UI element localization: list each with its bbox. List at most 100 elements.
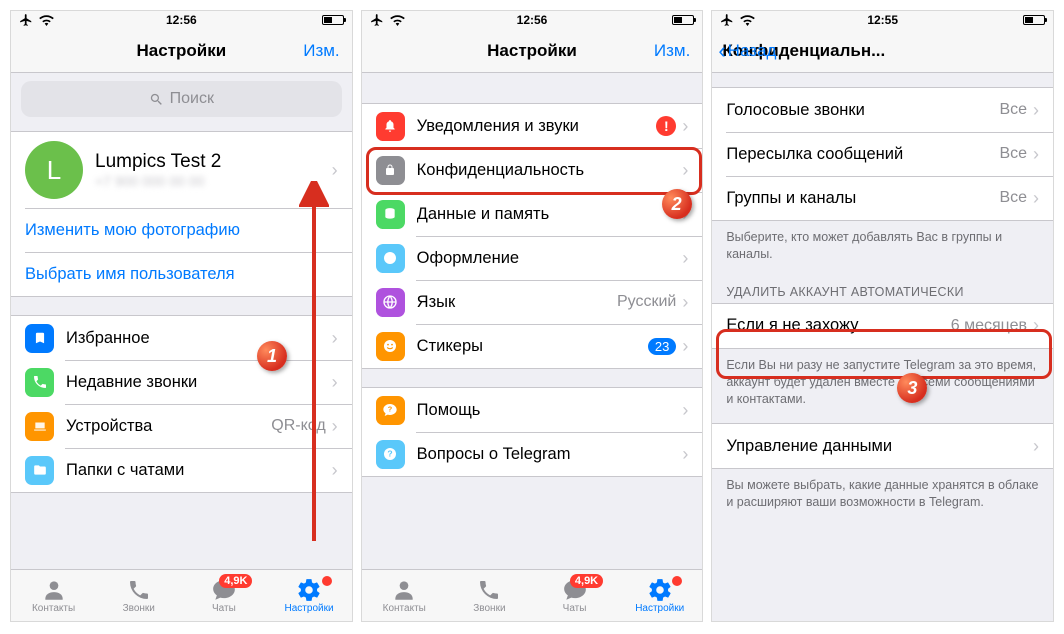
database-icon <box>376 200 405 229</box>
profile-row[interactable]: L Lumpics Test 2 +7 900 000 00 00 › <box>11 132 352 208</box>
choose-username-link[interactable]: Выбрать имя пользователя <box>11 252 352 296</box>
groups-row[interactable]: Группы и каналы Все › <box>712 176 1053 220</box>
language-row[interactable]: Язык Русский › <box>362 280 703 324</box>
chevron-right-icon: › <box>1033 436 1039 457</box>
recent-calls-row[interactable]: Недавние звонки › <box>11 360 352 404</box>
data-management-row[interactable]: Управление данными › <box>712 424 1053 468</box>
status-bar: 12:56 <box>362 11 703 29</box>
chevron-right-icon: › <box>682 400 688 421</box>
forwarding-row[interactable]: Пересылка сообщений Все › <box>712 132 1053 176</box>
tab-chats[interactable]: 4,9K Чаты <box>532 577 617 614</box>
screen-3: 12:55 ‹ Назад Конфиденциальн... Голосовы… <box>711 10 1054 622</box>
navbar: Настройки Изм. <box>11 29 352 73</box>
status-bar: 12:56 <box>11 11 352 29</box>
profile-name: Lumpics Test 2 <box>95 151 332 173</box>
folder-icon <box>25 456 54 485</box>
status-time: 12:56 <box>166 13 197 27</box>
chevron-left-icon: ‹ <box>718 40 725 62</box>
chevron-right-icon: › <box>682 292 688 313</box>
airplane-icon <box>19 13 33 27</box>
alert-dot <box>672 576 682 586</box>
gear-icon <box>647 577 673 603</box>
page-title: Настройки <box>136 41 226 61</box>
privacy-row[interactable]: Конфиденциальность › <box>362 148 703 192</box>
tab-calls[interactable]: Звонки <box>96 577 181 614</box>
navbar: Настройки Изм. <box>362 29 703 73</box>
battery-icon <box>1023 15 1045 25</box>
stickers-badge: 23 <box>648 338 676 355</box>
alert-dot <box>322 576 332 586</box>
devices-row[interactable]: Устройства QR-код › <box>11 404 352 448</box>
change-photo-link[interactable]: Изменить мою фотографию <box>11 208 352 252</box>
svg-text:?: ? <box>388 404 393 413</box>
tab-bar: Контакты Звонки 4,9K Чаты Настройки <box>11 569 352 621</box>
tab-contacts[interactable]: Контакты <box>11 577 96 614</box>
notifications-row[interactable]: Уведомления и звуки ! › <box>362 104 703 148</box>
devices-icon <box>25 412 54 441</box>
appearance-icon <box>376 244 405 273</box>
tab-bar: Контакты Звонки 4,9K Чаты Настройки <box>362 569 703 621</box>
chevron-right-icon: › <box>332 416 338 437</box>
contacts-icon <box>41 577 67 603</box>
groups-footer: Выберите, кто может добавлять Вас в груп… <box>712 225 1053 263</box>
edit-button[interactable]: Изм. <box>303 41 339 61</box>
chevron-right-icon: › <box>682 248 688 269</box>
screen-2: 12:56 Настройки Изм. Уведомления и звуки… <box>361 10 704 622</box>
airplane-icon <box>720 13 734 27</box>
status-time: 12:55 <box>867 13 898 27</box>
voice-calls-row[interactable]: Голосовые звонки Все › <box>712 88 1053 132</box>
alert-icon: ! <box>656 116 676 136</box>
folders-row[interactable]: Папки с чатами › <box>11 448 352 492</box>
status-bar: 12:55 <box>712 11 1053 29</box>
wifi-icon <box>39 15 54 26</box>
favorites-row[interactable]: Избранное › <box>11 316 352 360</box>
lock-icon <box>376 156 405 185</box>
phone-icon <box>126 577 152 603</box>
status-time: 12:56 <box>517 13 548 27</box>
wifi-icon <box>740 15 755 26</box>
gear-icon <box>296 577 322 603</box>
search-placeholder: Поиск <box>170 90 214 108</box>
chevron-right-icon: › <box>1033 144 1039 165</box>
chevron-right-icon: › <box>332 460 338 481</box>
tab-settings[interactable]: Настройки <box>617 577 702 614</box>
battery-icon <box>672 15 694 25</box>
chevron-right-icon: › <box>682 160 688 181</box>
chevron-right-icon: › <box>1033 100 1039 121</box>
help-row[interactable]: ? Помощь › <box>362 388 703 432</box>
chevron-right-icon: › <box>682 336 688 357</box>
chats-badge: 4,9K <box>219 574 252 588</box>
battery-icon <box>322 15 344 25</box>
if-away-footer: Если Вы ни разу не запустите Telegram за… <box>712 353 1053 408</box>
data-storage-row[interactable]: Данные и память › <box>362 192 703 236</box>
globe-icon <box>376 288 405 317</box>
chevron-right-icon: › <box>682 116 688 137</box>
chevron-right-icon: › <box>332 328 338 349</box>
bell-icon <box>376 112 405 141</box>
chevron-right-icon: › <box>682 444 688 465</box>
tab-settings[interactable]: Настройки <box>266 577 351 614</box>
sticker-icon <box>376 332 405 361</box>
navbar: ‹ Назад Конфиденциальн... <box>712 29 1053 73</box>
tab-calls[interactable]: Звонки <box>447 577 532 614</box>
chevron-right-icon: › <box>332 160 338 181</box>
contacts-icon <box>391 577 417 603</box>
phone-icon <box>25 368 54 397</box>
bookmark-icon <box>25 324 54 353</box>
faq-icon: ? <box>376 440 405 469</box>
edit-button[interactable]: Изм. <box>654 41 690 61</box>
stickers-row[interactable]: Стикеры 23 › <box>362 324 703 368</box>
chevron-right-icon: › <box>1033 188 1039 209</box>
tab-contacts[interactable]: Контакты <box>362 577 447 614</box>
chevron-right-icon: › <box>1033 315 1039 336</box>
if-away-row[interactable]: Если я не захожу 6 месяцев › <box>712 304 1053 348</box>
airplane-icon <box>370 13 384 27</box>
back-button[interactable]: ‹ Назад <box>718 40 776 62</box>
tab-chats[interactable]: 4,9K Чаты <box>181 577 266 614</box>
page-title: Настройки <box>487 41 577 61</box>
search-input[interactable]: Поиск <box>21 81 342 117</box>
delete-account-header: УДАЛИТЬ АККАУНТ АВТОМАТИЧЕСКИ <box>712 279 1053 303</box>
appearance-row[interactable]: Оформление › <box>362 236 703 280</box>
wifi-icon <box>390 15 405 26</box>
faq-row[interactable]: ? Вопросы о Telegram › <box>362 432 703 476</box>
